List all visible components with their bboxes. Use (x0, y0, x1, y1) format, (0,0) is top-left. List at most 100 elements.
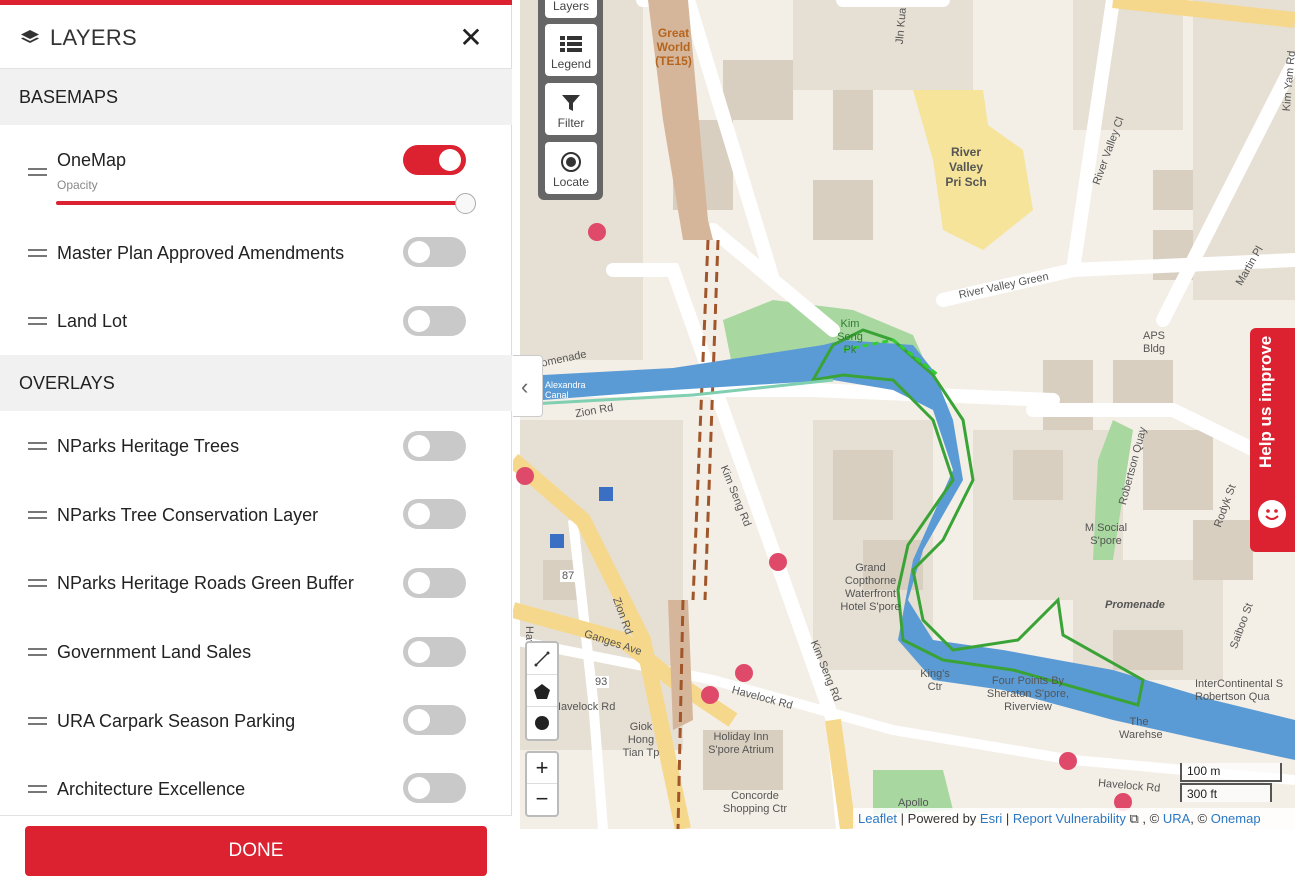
toggle-ura-carpark[interactable] (403, 705, 466, 735)
opacity-label: Opacity (57, 178, 98, 192)
map-label-havelock-rd-1: Havelock Rd (553, 701, 616, 713)
draw-polygon-button[interactable] (527, 675, 557, 707)
map-canvas[interactable]: Great World (TE15) River Valley Pri Sch … (513, 0, 1295, 829)
esri-link[interactable]: Esri (980, 811, 1002, 826)
map-label-aps-bldg: APS Bldg (1143, 330, 1166, 355)
ura-link[interactable]: URA (1163, 811, 1190, 826)
circle-icon (535, 716, 549, 730)
map-label-great-world: Great World (TE15) (655, 26, 692, 68)
toggle-heritage-trees[interactable] (403, 431, 466, 461)
locate-tool-label: Locate (552, 175, 590, 189)
overlay-row-heritage-roads: NParks Heritage Roads Green Buffer (0, 553, 512, 613)
toggle-tree-conservation[interactable] (403, 499, 466, 529)
basemap-row-master-plan: Master Plan Approved Amendments (0, 222, 512, 282)
drag-handle-icon[interactable] (28, 785, 47, 793)
scale-imperial: 300 ft (1180, 783, 1272, 802)
leaflet-link[interactable]: Leaflet (858, 811, 897, 826)
overlay-row-architecture-excellence: Architecture Excellence (0, 758, 512, 818)
panel-title: LAYERS (50, 25, 137, 50)
overlay-row-heritage-trees: NParks Heritage Trees (0, 416, 512, 476)
drag-handle-icon[interactable] (28, 717, 47, 725)
layers-tool-label: Layers (552, 0, 590, 13)
report-vulnerability-link[interactable]: Report Vulnerability (1013, 811, 1126, 826)
overlay-row-tree-conservation: NParks Tree Conservation Layer (0, 484, 512, 544)
help-us-improve-button[interactable]: Help us improve (1250, 328, 1295, 552)
legend-tool-button[interactable]: Legend (545, 24, 597, 76)
overlay-row-ura-carpark: URA Carpark Season Parking (0, 690, 512, 750)
toggle-knob (439, 149, 461, 171)
map-label-93: 93 (593, 676, 610, 688)
toggle-heritage-roads[interactable] (403, 568, 466, 598)
attribution-copy2: , © (1190, 811, 1211, 826)
map-label-kings-ctr: King's Ctr (920, 668, 950, 693)
opacity-slider-thumb[interactable] (455, 193, 476, 214)
onemap-link[interactable]: Onemap (1211, 811, 1261, 826)
zoom-in-button[interactable]: + (527, 753, 557, 784)
layers-tool-button[interactable]: Layers (545, 0, 597, 18)
basemap-row-land-lot: Land Lot (0, 290, 512, 350)
toggle-architecture-excellence[interactable] (403, 773, 466, 803)
drag-handle-icon[interactable] (28, 579, 47, 587)
layers-icon (21, 30, 39, 43)
legend-tool-label: Legend (550, 57, 592, 71)
map-label-the-warehouse: The Warehse (1119, 716, 1163, 741)
toggle-onemap[interactable] (403, 145, 466, 175)
scale-metric: 100 m (1180, 763, 1282, 782)
toggle-knob (408, 241, 430, 263)
basemap-label-master-plan: Master Plan Approved Amendments (57, 243, 345, 263)
toggle-government-land-sales[interactable] (403, 637, 466, 667)
zoom-control: + − (525, 751, 559, 817)
overlay-label: NParks Heritage Trees (57, 436, 240, 456)
drag-handle-icon[interactable] (28, 442, 47, 450)
line-icon (534, 651, 550, 667)
toggle-land-lot[interactable] (403, 306, 466, 336)
toggle-knob (408, 572, 430, 594)
map-label-holiday-inn: Holiday Inn S'pore Atrium (708, 731, 774, 756)
chevron-left-icon: ‹ (521, 374, 529, 399)
map-label-alexandra-canal: Alexandra Canal (545, 380, 586, 400)
polygon-icon (534, 684, 550, 699)
overlays-header-label: OVERLAYS (19, 373, 115, 393)
map-label-giok-hong: Giok Hong Tian Tp (622, 721, 660, 759)
panel-header: LAYERS ✕ (0, 5, 512, 69)
drag-handle-icon[interactable] (28, 317, 47, 325)
map-basemap (513, 0, 1295, 829)
opacity-slider-track[interactable] (56, 201, 466, 205)
overlays-section-header: OVERLAYS (0, 355, 512, 411)
toggle-master-plan[interactable] (403, 237, 466, 267)
basemap-label-onemap: OneMap (57, 150, 127, 170)
attribution-powered: | Powered by (897, 811, 980, 826)
draw-circle-button[interactable] (527, 707, 557, 739)
map-label-river-valley-pri: River Valley Pri Sch (945, 145, 987, 189)
locate-icon (561, 152, 581, 172)
legend-icon (560, 36, 582, 52)
done-button[interactable]: DONE (25, 826, 487, 876)
close-icon[interactable]: ✕ (458, 24, 484, 52)
drag-handle-icon[interactable] (28, 648, 47, 656)
map-label-intercontinental: InterContinental S Robertson Qua (1195, 678, 1284, 703)
draw-toolbar (525, 641, 559, 741)
overlay-label: NParks Heritage Roads Green Buffer (57, 573, 354, 593)
basemaps-section-header: BASEMAPS (0, 69, 512, 125)
zoom-out-button[interactable]: − (527, 784, 557, 815)
drag-handle-icon[interactable] (28, 168, 47, 176)
filter-tool-label: Filter (557, 116, 585, 130)
drag-handle-icon[interactable] (28, 511, 47, 519)
basemap-label-land-lot: Land Lot (57, 311, 128, 331)
draw-line-button[interactable] (527, 643, 557, 675)
map-label-87: 87 (560, 570, 577, 582)
overlay-label: URA Carpark Season Parking (57, 711, 296, 731)
toggle-knob (408, 310, 430, 332)
toggle-knob (408, 641, 430, 663)
locate-tool-button[interactable]: Locate (545, 142, 597, 194)
scale-bar: 100 m 300 ft (1180, 763, 1282, 803)
toggle-knob (408, 777, 430, 799)
collapse-panel-button[interactable]: ‹ (513, 355, 543, 417)
smiley-icon (1258, 500, 1286, 528)
filter-tool-button[interactable]: Filter (545, 83, 597, 135)
layers-panel: LAYERS ✕ BASEMAPS OneMap Opacity Master … (0, 0, 512, 884)
toggle-knob (408, 709, 430, 731)
map-attribution: Leaflet | Powered by Esri | Report Vulne… (853, 808, 1295, 829)
drag-handle-icon[interactable] (28, 249, 47, 257)
map-label-promenade-right: Promenade (1105, 599, 1165, 611)
